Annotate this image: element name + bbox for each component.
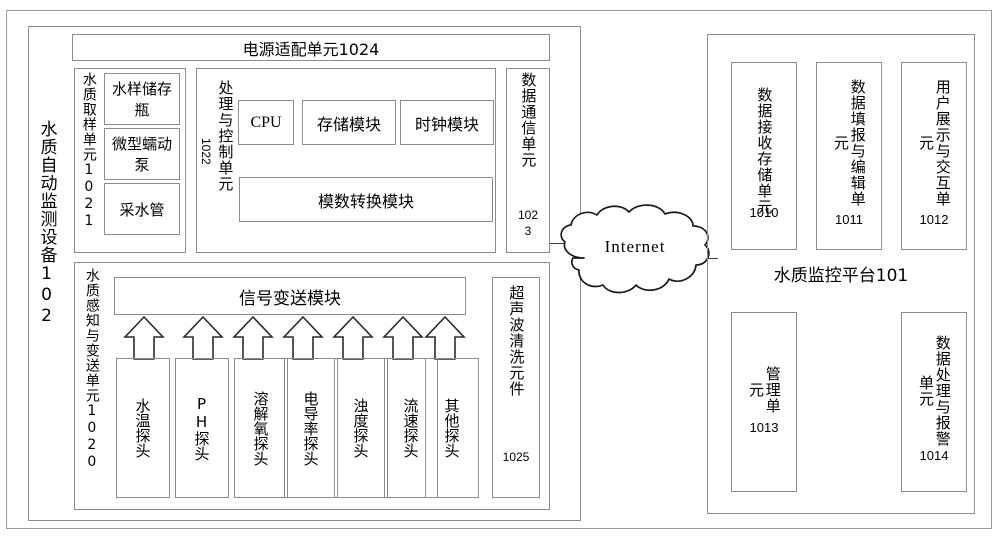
platform-unit-ref: 1014 [919,447,949,463]
micro-peristaltic-pump: 微型蠕动泵 [104,128,180,180]
device-outer-label: 水质自动监测设备102 [36,120,57,327]
platform-unit-ref: 1012 [919,211,949,227]
comm-unit-label: 数据通信单元 [519,72,538,168]
probe-label: 流速探头 [401,398,420,458]
probe-box-water-temp: 水温探头 [116,358,170,498]
probe-box-ph: PH探头 [175,358,229,498]
cpu-module-label: CPU [250,113,282,131]
signal-transmitter-label: 信号变送模块 [239,288,341,309]
comm-unit-ref-line2: 3 [524,224,532,239]
probe-label: 其他探头 [442,398,461,458]
water-intake-pipe: 采水管 [104,183,180,235]
comm-unit-ref-line1: 102 [517,208,539,223]
ultrasonic-cleaner-label: 超声波清洗元件 [507,285,526,397]
platform-unit-label: 用户展示与交互单元 [917,79,952,207]
adc-module: 模数转换模块 [239,177,493,222]
storage-module: 存储模块 [302,100,396,145]
control-unit-label: 处理与控制单元 [216,80,235,192]
diagram-canvas: 水质自动监测设备102 电源适配单元1024 水质取样单元1021 水样储存瓶 … [0,0,1000,538]
platform-unit-label: 数据处理与报警单元 [917,335,952,447]
sensing-unit-label: 水质感知与变送单元1020 [83,268,100,471]
probe-arrow-6 [382,315,424,360]
probe-label: PH探头 [192,395,211,461]
ultrasonic-cleaner-ref: 1025 [502,450,530,465]
water-intake-pipe-label: 采水管 [119,200,165,219]
clock-module-label: 时钟模块 [414,114,479,134]
sample-storage-bottle: 水样储存瓶 [104,73,180,125]
platform-unit-ref: 1011 [835,211,863,227]
probe-arrow-4 [282,315,324,360]
probe-arrow-5 [332,315,374,360]
probe-arrow-1 [123,315,165,360]
sampling-unit-label: 水质取样单元1021 [80,72,97,230]
clock-module: 时钟模块 [400,100,494,145]
micro-peristaltic-pump-label: 微型蠕动泵 [111,135,172,174]
control-unit-box [196,68,496,253]
platform-unit-ref: 1010 [749,204,779,220]
internet-cloud-label: Internet [604,237,666,256]
probe-arrow-3 [232,315,274,360]
platform-unit-ref: 1013 [749,419,779,435]
control-unit-ref: 1022 [199,137,214,165]
probe-label: 电导率探头 [301,390,320,466]
platform-unit-label: 数据接收存储单元 [755,87,774,215]
storage-module-label: 存储模块 [316,114,381,134]
probe-box-turbidity: 浊度探头 [334,358,388,498]
platform-unit-label: 管理单元 [747,366,782,414]
cpu-module: CPU [238,100,294,145]
probe-box-dissolved-oxygen: 溶解氧探头 [234,358,288,498]
probe-arrow-7 [424,315,466,360]
power-adapter-unit: 电源适配单元1024 [72,34,550,61]
platform-unit-label: 数据填报与编辑单元 [832,79,867,207]
internet-cloud: Internet [545,200,725,308]
probe-arrow-2 [182,315,224,360]
sample-storage-bottle-label: 水样储存瓶 [111,80,172,119]
probe-box-other: 其他探头 [425,358,479,498]
probe-box-conductivity: 电导率探头 [284,358,338,498]
probe-label: 浊度探头 [351,398,370,458]
signal-transmitter-module: 信号变送模块 [114,277,466,315]
probe-label: 溶解氧探头 [251,390,270,466]
adc-module-label: 模数转换模块 [317,191,414,211]
platform-title: 水质监控平台101 [773,266,909,287]
probe-label: 水温探头 [133,398,152,458]
